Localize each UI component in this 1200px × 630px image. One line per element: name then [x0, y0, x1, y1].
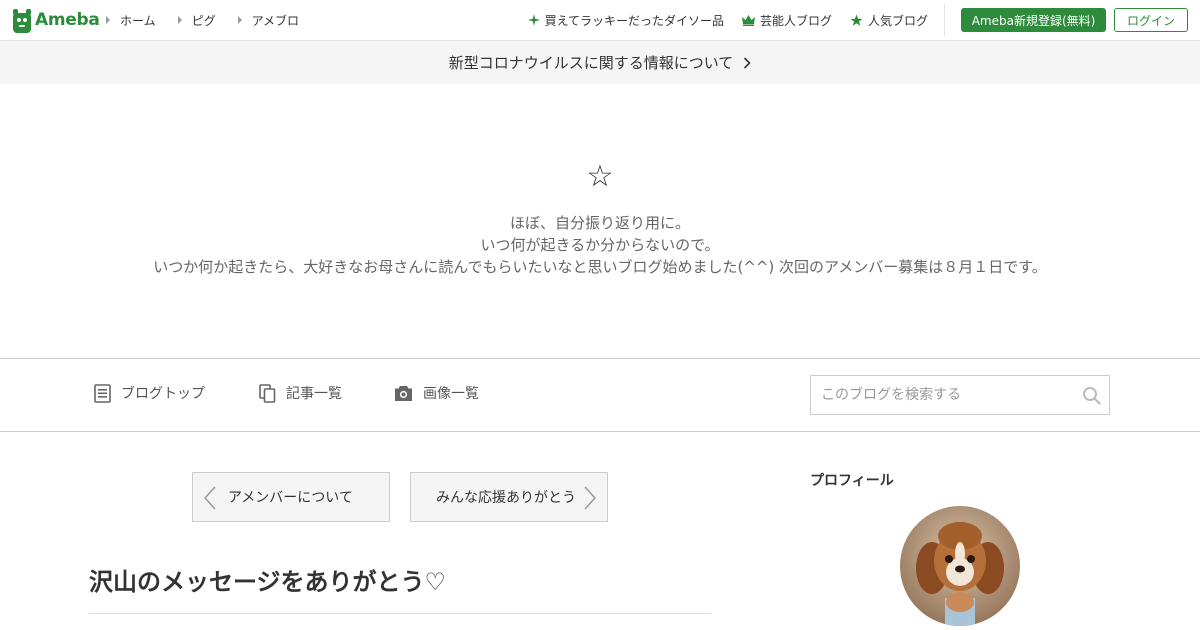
- global-header: Ameba ホーム ピグ アメブロ 買えてラッキーだったダイソー品 芸能人ブログ: [0, 0, 1200, 41]
- logo-text: Ameba: [35, 10, 100, 30]
- nav-item-ameblo[interactable]: アメブロ: [237, 12, 300, 29]
- camera-icon: [395, 385, 412, 401]
- prev-article-link[interactable]: アメンバーについて: [192, 472, 390, 522]
- global-nav: ホーム ピグ アメブロ: [106, 0, 321, 40]
- link-label: 芸能人ブログ: [759, 13, 832, 28]
- header-divider: [944, 4, 945, 36]
- star-icon: [850, 14, 863, 27]
- notice-text: 新型コロナウイルスに関する情報について: [448, 54, 734, 72]
- avatar[interactable]: [900, 506, 1020, 626]
- blog-search-input[interactable]: [811, 376, 1071, 414]
- triangle-right-icon: [106, 16, 110, 24]
- nav-item-pigg[interactable]: ピグ: [177, 12, 216, 29]
- menu-item-article-list[interactable]: 記事一覧: [259, 383, 342, 403]
- crown-icon: [741, 14, 755, 26]
- blog-description-line: ほぼ、自分振り返り用に。: [509, 214, 690, 232]
- nav-item-label: ピグ: [191, 13, 216, 28]
- blog-search-box: [810, 375, 1110, 415]
- triangle-right-icon: [237, 16, 242, 24]
- copy-icon: [259, 383, 276, 403]
- register-button[interactable]: Ameba新規登録(無料): [961, 8, 1106, 32]
- article-title[interactable]: 沢山のメッセージをありがとう♡: [89, 562, 446, 597]
- chevron-right-icon: [583, 486, 597, 514]
- nav-item-label: アメブロ: [251, 13, 300, 28]
- profile-photo-dog: [900, 506, 1020, 626]
- menu-item-label: 記事一覧: [286, 386, 342, 402]
- menu-item-label: ブログトップ: [121, 386, 205, 402]
- link-daiso-items[interactable]: 買えてラッキーだったダイソー品: [527, 12, 724, 29]
- profile-heading: プロフィール: [810, 473, 894, 489]
- nav-item-label: ホーム: [120, 13, 156, 28]
- menu-item-blog-top[interactable]: ブログトップ: [94, 383, 205, 403]
- ameba-mascot-icon: [13, 9, 31, 33]
- link-popular-blogs[interactable]: 人気ブログ: [850, 12, 928, 29]
- next-article-label: みんな応援ありがとう: [436, 490, 576, 506]
- menu-item-label: 画像一覧: [423, 386, 479, 402]
- chevron-right-icon: [743, 56, 751, 69]
- article-title-divider: [89, 613, 711, 614]
- link-label: 人気ブログ: [867, 13, 928, 28]
- next-article-link[interactable]: みんな応援ありがとう: [410, 472, 608, 522]
- blog-header: ☆ ほぼ、自分振り返り用に。 いつ何が起きるか分からないので。 いつか何か起きた…: [0, 84, 1200, 358]
- covid-notice-link[interactable]: 新型コロナウイルスに関する情報について: [0, 41, 1200, 84]
- blog-menu: ブログトップ 記事一覧 画像一覧: [0, 358, 1200, 432]
- featured-links: 買えてラッキーだったダイソー品 芸能人ブログ 人気ブログ: [510, 0, 928, 40]
- blog-description-line: いつか何か起きたら、大好きなお母さんに読んでもらいたいなと思いブログ始めました(…: [153, 258, 1047, 276]
- link-celebrity-blogs[interactable]: 芸能人ブログ: [741, 12, 832, 29]
- blog-description-line: いつ何が起きるか分からないので。: [480, 236, 720, 254]
- blog-description: ほぼ、自分振り返り用に。 いつ何が起きるか分からないので。 いつか何か起きたら、…: [0, 212, 1200, 278]
- blog-title[interactable]: ☆: [0, 162, 1200, 192]
- ameba-logo[interactable]: Ameba: [12, 7, 100, 33]
- link-label: 買えてラッキーだったダイソー品: [544, 13, 724, 28]
- search-icon[interactable]: [1082, 386, 1101, 409]
- login-button[interactable]: ログイン: [1114, 8, 1188, 32]
- document-icon: [94, 383, 111, 403]
- nav-item-home[interactable]: ホーム: [106, 12, 156, 29]
- menu-item-image-list[interactable]: 画像一覧: [394, 383, 479, 403]
- chevron-left-icon: [203, 486, 217, 514]
- sparkle-icon: [527, 14, 540, 26]
- triangle-right-icon: [177, 16, 182, 24]
- prev-article-label: アメンバーについて: [228, 490, 353, 506]
